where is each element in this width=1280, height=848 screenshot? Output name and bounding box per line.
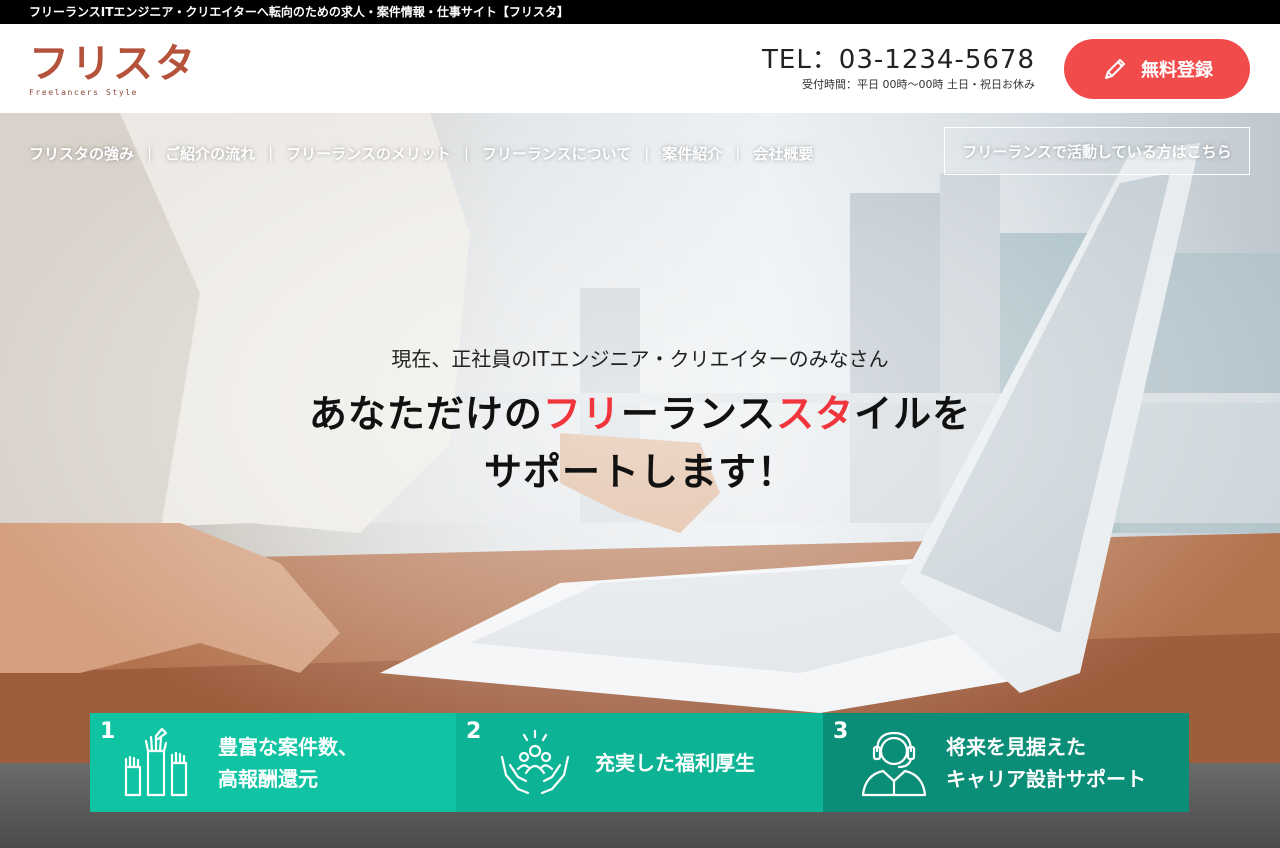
nav-separator: | bbox=[644, 144, 650, 162]
hero-title-text: ーランス bbox=[620, 392, 777, 436]
feature-text: 充実した福利厚生 bbox=[595, 747, 755, 779]
feature-line1: 将来を見据えた bbox=[946, 735, 1086, 759]
hero-section: フリスタの強み | ご紹介の流れ | フリーランスのメリット | フリーランスに… bbox=[0, 113, 1280, 763]
feature-line2: 高報酬還元 bbox=[218, 767, 318, 791]
nav-item-company[interactable]: 会社概要 bbox=[753, 143, 813, 164]
nav-item-about-freelance[interactable]: フリーランスについて bbox=[482, 143, 631, 164]
logo-wordmark: フリスタ bbox=[29, 41, 197, 87]
feature-text: 将来を見据えた キャリア設計サポート bbox=[946, 731, 1146, 795]
feature-number: 2 bbox=[466, 719, 482, 744]
site-logo[interactable]: フリスタ Freelancers Style bbox=[29, 41, 197, 102]
hero-title-highlight: フリ bbox=[542, 392, 621, 436]
nav-separator: | bbox=[735, 144, 741, 162]
active-freelancer-button[interactable]: フリーランスで活動している方はこちら bbox=[944, 127, 1250, 175]
top-tagline-bar: フリーランスITエンジニア・クリエイターへ転向のための求人・案件情報・仕事サイト… bbox=[0, 0, 1280, 24]
headset-operator-icon bbox=[861, 731, 927, 797]
site-header: フリスタ Freelancers Style TEL：03-1234-5678 … bbox=[0, 24, 1280, 113]
pencil-icon bbox=[1105, 59, 1125, 79]
feature-line1: 充実した福利厚生 bbox=[595, 751, 755, 775]
contact-info: TEL：03-1234-5678 受付時間：平日 00時〜00時 土日・祝日お休… bbox=[760, 44, 1035, 96]
nav-separator: | bbox=[147, 144, 153, 162]
nav-separator: | bbox=[268, 144, 274, 162]
logo-subtitle: Freelancers Style bbox=[29, 88, 139, 97]
feature-text: 豊富な案件数、 高報酬還元 bbox=[218, 731, 358, 795]
hero-title-text: あなただけの bbox=[308, 392, 543, 436]
feature-card-career[interactable]: 3 将来を見据えた キャリア設計サポート bbox=[823, 713, 1189, 812]
hero-title-line1: あなただけのフリーランススタイルを bbox=[140, 385, 1140, 443]
feature-cards: 1 豊富な案件数、 高報酬還元 2 充実した福利厚生 3 将来を見据えた キャリ… bbox=[90, 713, 1189, 812]
nav-item-strengths[interactable]: フリスタの強み bbox=[29, 143, 134, 164]
feature-card-welfare[interactable]: 2 充実した福利厚生 bbox=[456, 713, 823, 812]
business-hours: 受付時間：平日 00時〜00時 土日・祝日お休み bbox=[802, 78, 1035, 91]
main-nav: フリスタの強み | ご紹介の流れ | フリーランスのメリット | フリーランスに… bbox=[29, 141, 813, 165]
active-freelancer-label: フリーランスで活動している方はこちら bbox=[962, 142, 1232, 161]
feature-card-projects[interactable]: 1 豊富な案件数、 高報酬還元 bbox=[90, 713, 456, 812]
hero-title: あなただけのフリーランススタイルを サポートします！ bbox=[140, 385, 1140, 501]
feature-line1: 豊富な案件数、 bbox=[218, 735, 358, 759]
nav-separator: | bbox=[463, 144, 469, 162]
feature-line2: キャリア設計サポート bbox=[946, 767, 1146, 791]
phone-number[interactable]: TEL：03-1234-5678 bbox=[760, 44, 1035, 76]
feature-number: 1 bbox=[100, 719, 116, 744]
hero-title-line2: サポートします！ bbox=[483, 450, 796, 494]
hands-holding-people-icon bbox=[500, 729, 570, 795]
hero-title-text: イルを bbox=[854, 392, 972, 436]
nav-item-projects[interactable]: 案件紹介 bbox=[662, 143, 722, 164]
feature-number: 3 bbox=[833, 719, 849, 744]
free-register-button[interactable]: 無料登録 bbox=[1064, 39, 1250, 99]
nav-item-flow[interactable]: ご紹介の流れ bbox=[165, 143, 255, 164]
site-tagline: フリーランスITエンジニア・クリエイターへ転向のための求人・案件情報・仕事サイト… bbox=[29, 5, 569, 19]
nav-item-merits[interactable]: フリーランスのメリット bbox=[286, 143, 451, 164]
hero-title-highlight: スタ bbox=[776, 392, 855, 436]
register-button-label: 無料登録 bbox=[1141, 60, 1213, 81]
hero-subtitle: 現在、正社員のITエンジニア・クリエイターのみなさん bbox=[391, 347, 889, 371]
hands-raised-icon bbox=[124, 727, 188, 797]
